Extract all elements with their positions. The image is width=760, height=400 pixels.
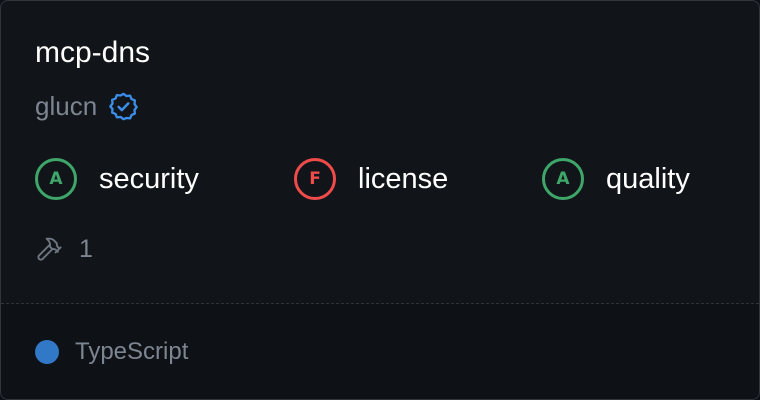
grade-label-security: security <box>99 163 199 195</box>
grades-row: A security F license A quality <box>35 156 735 202</box>
grade-letter: A <box>49 169 63 189</box>
verified-badge-icon <box>108 91 139 122</box>
grade-quality[interactable]: A quality <box>542 156 690 202</box>
footer-divider <box>1 303 759 304</box>
tools-count: 1 <box>79 235 93 263</box>
grade-security[interactable]: A security <box>35 156 199 202</box>
owner-name[interactable]: glucn <box>35 89 97 123</box>
server-card[interactable]: mcp-dns glucn A security F license A qua… <box>0 0 760 400</box>
grade-license[interactable]: F license <box>294 156 448 202</box>
grade-letter: F <box>309 169 321 189</box>
server-name[interactable]: mcp-dns <box>35 35 150 71</box>
grade-badge-quality: A <box>542 158 584 200</box>
grade-label-quality: quality <box>606 163 690 195</box>
language-color-dot <box>35 340 59 364</box>
language-label: TypeScript <box>75 338 189 365</box>
tools-row: 1 <box>35 233 93 265</box>
grade-letter: A <box>556 169 570 189</box>
language-row: TypeScript <box>35 336 188 368</box>
grade-badge-license: F <box>294 158 336 200</box>
hammer-icon <box>35 235 63 263</box>
owner-row: glucn <box>35 89 139 123</box>
grade-label-license: license <box>358 163 449 195</box>
grade-badge-security: A <box>35 158 77 200</box>
